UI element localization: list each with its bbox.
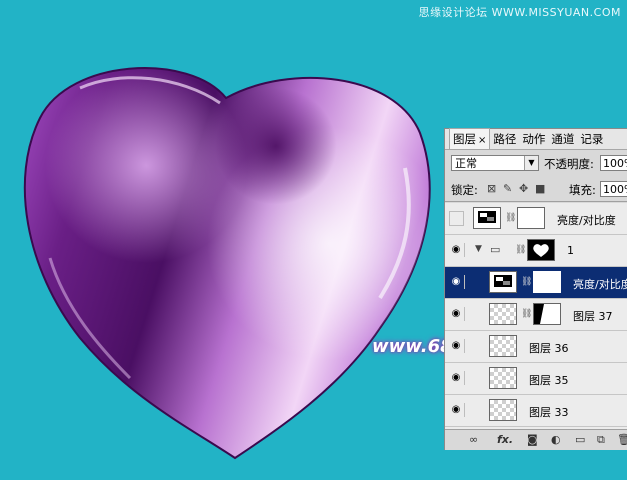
watermark-missyuan: 思缘设计论坛 WWW.MISSYUAN.COM [418, 6, 621, 19]
layer-group-row[interactable]: ◉ ▼ ▭ ⛓ 1 [445, 235, 627, 267]
layer-thumbnail [489, 303, 517, 325]
tab-paths[interactable]: 路径 [490, 129, 519, 149]
mask-thumbnail [517, 207, 545, 229]
eye-icon[interactable]: ◉ [448, 243, 465, 257]
layer-name: 亮度/对比度 [573, 278, 627, 291]
layers-list: ⛓ 亮度/对比度 ◉ ▼ ▭ ⛓ 1 ◉ ⛓ 亮度/对比度 ◉ ⛓ 图层 37 … [445, 203, 627, 429]
mask-thumbnail [527, 239, 555, 261]
layer-thumbnail [489, 399, 517, 421]
adjustment-icon[interactable]: ◐ [551, 433, 561, 446]
fill-label: 填充: [569, 183, 596, 197]
layer-thumbnail [489, 367, 517, 389]
tab-history[interactable]: 记录 [577, 129, 606, 149]
layer-row[interactable]: ◉ 图层 36 [445, 331, 627, 363]
chain-icon[interactable]: ⛓ [521, 277, 532, 287]
visibility-toggle[interactable] [449, 211, 464, 226]
fill-input[interactable]: 100% [600, 181, 627, 197]
folder-icon: ▭ [490, 243, 501, 256]
link-icon[interactable]: ∞ [469, 433, 478, 446]
eye-icon[interactable]: ◉ [448, 371, 465, 385]
lock-row: 锁定: ⊠ ✎ ✥ ■ 填充: 100% [445, 179, 627, 202]
mask-thumbnail [533, 303, 561, 325]
lock-transparent-icon[interactable]: ⊠ [487, 182, 496, 195]
layer-row[interactable]: ⛓ 亮度/对比度 [445, 203, 627, 235]
opacity-input[interactable]: 100% [600, 155, 627, 171]
fx-icon[interactable]: fx. [497, 433, 513, 446]
layer-row[interactable]: ◉ 图层 35 [445, 363, 627, 395]
triangle-down-icon[interactable]: ▼ [475, 244, 482, 254]
lock-label: 锁定: [451, 183, 478, 197]
panel-footer: ∞ fx. ◙ ◐ ▭ ⧉ 🗑 [445, 429, 627, 450]
layer-row[interactable]: ◉ 图层 33 [445, 395, 627, 427]
heart-mask-icon [533, 244, 549, 257]
heart-svg [23, 67, 431, 460]
tab-actions[interactable]: 动作 [519, 129, 548, 149]
opacity-label: 不透明度: [544, 157, 594, 171]
lock-move-icon[interactable]: ✥ [519, 182, 528, 195]
tab-layers[interactable]: 图层 × [449, 128, 491, 149]
gradient-mask-icon [534, 304, 544, 324]
layer-name: 图层 37 [573, 310, 613, 323]
trash-icon[interactable]: 🗑 [617, 433, 627, 446]
tab-channels[interactable]: 通道 [548, 129, 577, 149]
eye-icon[interactable]: ◉ [448, 403, 465, 417]
blend-mode-select[interactable]: 正常 ▼ [451, 155, 539, 171]
blend-row: 正常 ▼ 不透明度: 100% [445, 153, 627, 175]
mask-thumbnail [533, 271, 561, 293]
chain-icon[interactable]: ⛓ [521, 309, 532, 319]
chain-icon[interactable]: ⛓ [505, 213, 516, 223]
lock-paint-icon[interactable]: ✎ [503, 182, 512, 195]
heart-artwork [10, 58, 442, 463]
close-icon[interactable]: × [478, 135, 486, 146]
chevron-down-icon: ▼ [524, 156, 538, 170]
layer-name: 图层 33 [529, 406, 569, 419]
eye-icon[interactable]: ◉ [448, 307, 465, 321]
mask-icon[interactable]: ◙ [527, 433, 538, 446]
group-icon[interactable]: ▭ [575, 433, 585, 446]
eye-icon[interactable]: ◉ [448, 339, 465, 353]
layer-row-selected[interactable]: ◉ ⛓ 亮度/对比度 [445, 267, 627, 299]
panel-tabs: 图层 × 路径 动作 通道 记录 [445, 128, 627, 150]
layer-name: 图层 36 [529, 342, 569, 355]
lock-all-icon[interactable]: ■ [535, 182, 545, 195]
brightness-contrast-icon [494, 275, 512, 287]
brightness-contrast-icon [478, 211, 496, 223]
layer-name: 亮度/对比度 [557, 214, 616, 227]
layer-row[interactable]: ◉ ⛓ 图层 37 [445, 299, 627, 331]
layers-panel: 图层× 路径 动作 通道 记录 正常 ▼ 不透明度: 100% 锁定: ⊠ ✎ … [444, 128, 627, 450]
layer-name: 图层 35 [529, 374, 569, 387]
eye-icon[interactable]: ◉ [448, 275, 465, 289]
adjustment-thumbnail [489, 271, 517, 293]
layer-thumbnail [489, 335, 517, 357]
new-layer-icon[interactable]: ⧉ [597, 433, 605, 447]
layer-name: 1 [567, 244, 574, 257]
chain-icon[interactable]: ⛓ [515, 245, 526, 255]
adjustment-thumbnail [473, 207, 501, 229]
